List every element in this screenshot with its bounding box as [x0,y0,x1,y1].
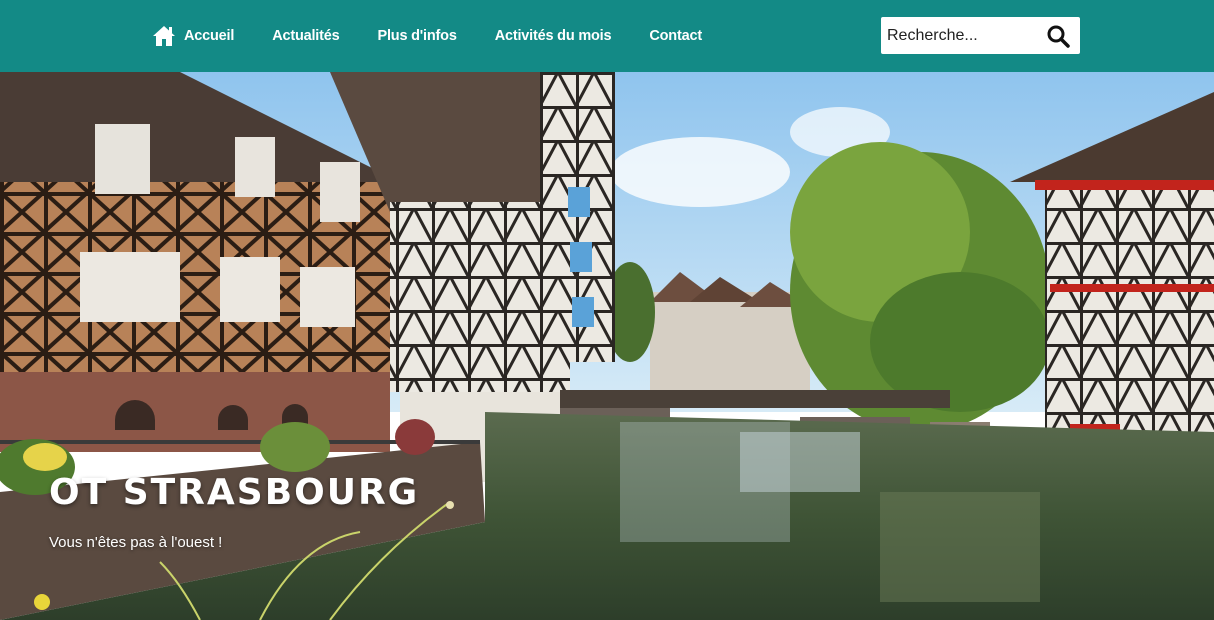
nav-item-activites[interactable]: Activités du mois [495,28,612,44]
hero-banner: OT STRASBOURG Vous n'êtes pas à l'ouest … [0,72,1214,620]
home-icon [152,25,176,47]
search-icon[interactable] [1046,24,1070,48]
hero-title: OT STRASBOURG [49,472,420,513]
nav-item-accueil[interactable]: Accueil [152,25,234,47]
hero-subtitle: Vous n'êtes pas à l'ouest ! [49,534,223,551]
search-box [881,17,1080,54]
nav-item-label: Activités du mois [494,28,612,44]
nav-item-label: Contact [649,28,702,44]
search-input[interactable] [887,17,1037,54]
nav-item-label: Accueil [184,28,235,44]
nav-item-label: Actualités [272,28,340,44]
top-navbar: Accueil Actualités Plus d'infos Activité… [0,0,1214,72]
nav-item-plus-infos[interactable]: Plus d'infos [378,28,457,44]
nav-item-contact[interactable]: Contact [649,28,702,44]
nav-links: Accueil Actualités Plus d'infos Activité… [152,0,740,72]
nav-item-label: Plus d'infos [377,28,457,44]
nav-item-actualites[interactable]: Actualités [272,28,340,44]
